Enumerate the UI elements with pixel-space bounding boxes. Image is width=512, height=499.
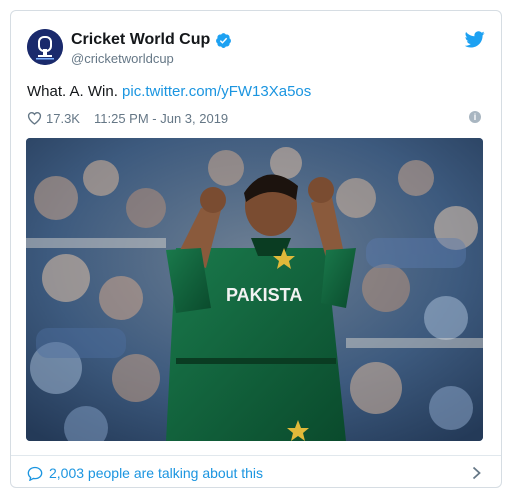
like-count[interactable]: 17.3K: [46, 111, 80, 126]
heart-icon[interactable]: [27, 111, 42, 125]
jersey-text: PAKISTA: [226, 285, 302, 305]
tweet-photo[interactable]: PAKISTA: [26, 138, 483, 441]
cwc-logo-icon: [27, 29, 63, 65]
avatar[interactable]: [27, 29, 63, 65]
info-icon[interactable]: i: [469, 111, 481, 123]
tweet-text: What. A. Win. pic.twitter.com/yFW13Xa5os: [27, 83, 311, 100]
tweet-meta: 17.3K 11:25 PM - Jun 3, 2019 i: [27, 109, 485, 127]
cricketer-celebration-image: PAKISTA: [26, 138, 483, 441]
comment-bubble-icon: [27, 466, 43, 481]
tweet-card[interactable]: Cricket World Cup @cricketworldcup What.…: [10, 10, 502, 488]
timestamp[interactable]: 11:25 PM - Jun 3, 2019: [94, 111, 228, 126]
display-name[interactable]: Cricket World Cup: [71, 31, 210, 49]
account-handle[interactable]: @cricketworldcup: [71, 51, 174, 66]
chevron-right-icon[interactable]: [472, 466, 481, 480]
name-row: Cricket World Cup: [71, 31, 232, 49]
conversation-footer[interactable]: 2,003 people are talking about this: [27, 463, 485, 483]
twitter-bird-icon[interactable]: [465, 31, 485, 48]
conversation-count[interactable]: 2,003 people are talking about this: [49, 465, 263, 481]
verified-badge-icon: [216, 32, 232, 48]
tweet-header: Cricket World Cup @cricketworldcup: [27, 29, 485, 69]
footer-divider: [11, 455, 501, 456]
media-link[interactable]: pic.twitter.com/yFW13Xa5os: [122, 83, 311, 100]
tweet-body: What. A. Win.: [27, 83, 118, 100]
